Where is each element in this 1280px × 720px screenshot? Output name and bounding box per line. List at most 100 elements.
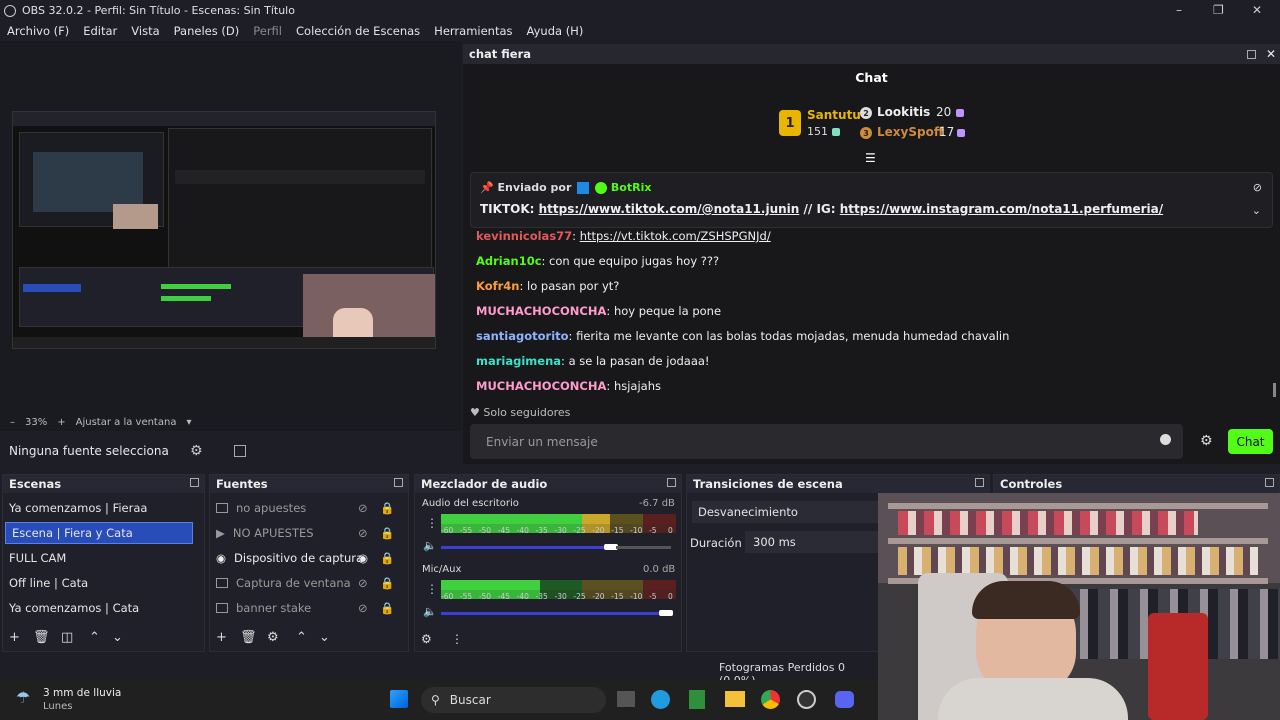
instagram-link[interactable]: https://www.instagram.com/nota11.perfume…: [840, 202, 1163, 216]
volume-slider[interactable]: [441, 610, 673, 616]
transition-select[interactable]: Desvanecimiento: [692, 501, 882, 523]
move-down-icon[interactable]: ⌄: [319, 630, 330, 645]
windows-start-icon[interactable]: [390, 690, 408, 708]
move-up-icon[interactable]: ⌃: [296, 630, 307, 645]
pinned-sender[interactable]: BotRix: [611, 181, 652, 194]
remove-source-icon[interactable]: 🗑: [240, 630, 257, 645]
tiktok-link[interactable]: https://www.tiktok.com/@nota11.junin: [539, 202, 800, 216]
menu-editar[interactable]: Editar: [83, 24, 117, 38]
menu-vista[interactable]: Vista: [131, 24, 159, 38]
remove-scene-icon[interactable]: 🗑: [33, 630, 50, 645]
lock-icon[interactable]: 🔒: [380, 501, 394, 515]
speaker-icon[interactable]: 🔈: [423, 605, 437, 618]
chat-username[interactable]: Kofr4n: [476, 279, 519, 293]
chat-username[interactable]: MUCHACHOCONCHA: [476, 304, 606, 318]
edge-icon[interactable]: [651, 690, 670, 709]
menu-paneles[interactable]: Paneles (D): [174, 24, 240, 38]
move-up-icon[interactable]: ⌃: [89, 630, 100, 645]
undock-icon[interactable]: [667, 478, 676, 487]
duration-spinbox[interactable]: 300 ms: [745, 531, 885, 553]
obs-taskbar-icon[interactable]: [797, 690, 816, 709]
add-source-icon[interactable]: +: [216, 630, 227, 645]
chat-username[interactable]: santiagotorito: [476, 329, 569, 343]
chat-username[interactable]: mariagimena: [476, 354, 561, 368]
scene-item[interactable]: Ya comenzamos | Cata: [3, 597, 203, 619]
chat-username[interactable]: kevinnicolas77: [476, 229, 572, 243]
weather-main[interactable]: 3 mm de lluvia: [43, 687, 121, 699]
advanced-audio-gear-icon[interactable]: ⚙: [421, 632, 432, 646]
source-item[interactable]: ▶ NO APUESTES ⊘ 🔒: [210, 522, 406, 544]
weather-sub: Lunes: [43, 701, 73, 712]
hide-pin-icon[interactable]: ⊘: [1253, 181, 1262, 194]
lock-icon[interactable]: 🔒: [380, 601, 394, 615]
send-chat-button[interactable]: Chat: [1228, 429, 1273, 454]
undock-icon[interactable]: [394, 478, 403, 487]
chat-settings-gear-icon[interactable]: ⚙: [1200, 433, 1213, 449]
gear-icon[interactable]: ⚙: [190, 443, 203, 459]
file-explorer-icon[interactable]: [725, 691, 745, 707]
emoji-icon[interactable]: [1160, 434, 1171, 445]
discord-icon[interactable]: [835, 691, 854, 708]
zoom-out-button[interactable]: –: [10, 417, 15, 428]
leader-2-name[interactable]: Lookitis: [877, 105, 930, 119]
close-dock-icon[interactable]: ✕: [1266, 47, 1276, 61]
source-item[interactable]: Captura de ventana ⊘ 🔒: [210, 572, 406, 594]
eye-off-icon[interactable]: ⊘: [358, 576, 368, 590]
menu-ayuda[interactable]: Ayuda (H): [527, 24, 584, 38]
scene-item[interactable]: Ya comenzamos | Fieraa: [3, 497, 203, 519]
lock-icon[interactable]: 🔒: [380, 576, 394, 590]
chevron-down-icon[interactable]: ⌄: [1252, 204, 1261, 217]
undock-icon[interactable]: [1265, 478, 1274, 487]
eye-off-icon[interactable]: ⊘: [358, 501, 368, 515]
chat-text[interactable]: https://vt.tiktok.com/ZSHSPGNJd/: [580, 229, 771, 243]
chat-scrollbar[interactable]: [1273, 383, 1276, 397]
leader-1-name[interactable]: Santutu: [807, 108, 861, 122]
close-icon[interactable]: ✕: [1252, 3, 1262, 17]
source-item[interactable]: ◉ Dispositivo de captura ◉ 🔒: [210, 547, 406, 569]
menu-coleccion[interactable]: Colección de Escenas: [296, 24, 420, 38]
meter-tick-label: -30: [554, 592, 567, 601]
move-down-icon[interactable]: ⌄: [112, 630, 123, 645]
lock-icon[interactable]: 🔒: [380, 526, 394, 540]
filters-icon[interactable]: [234, 445, 246, 457]
collapse-leaderboard-icon[interactable]: ☰: [865, 151, 876, 165]
scene-item[interactable]: FULL CAM: [3, 547, 203, 569]
chat-message-input[interactable]: Enviar un mensaje: [470, 424, 1183, 459]
task-view-icon[interactable]: [617, 691, 635, 707]
eye-off-icon[interactable]: ⊘: [358, 601, 368, 615]
menu-perfil[interactable]: Perfil: [253, 24, 282, 38]
menu-archivo[interactable]: Archivo (F): [7, 24, 69, 38]
source-item[interactable]: banner stake ⊘ 🔒: [210, 597, 406, 619]
kebab-menu-icon[interactable]: ⋮: [426, 516, 438, 530]
source-properties-gear-icon[interactable]: ⚙: [267, 630, 279, 645]
chevron-down-icon[interactable]: ▾: [186, 417, 191, 428]
minimize-icon[interactable]: –: [1176, 3, 1182, 17]
scene-filters-icon[interactable]: ◫: [61, 630, 73, 645]
kebab-menu-icon[interactable]: ⋮: [426, 582, 438, 596]
meter-tick-label: -15: [611, 526, 624, 535]
chat-username[interactable]: Adrian10c: [476, 254, 542, 268]
add-scene-icon[interactable]: +: [9, 630, 20, 645]
scene-item[interactable]: Off line | Cata: [3, 572, 203, 594]
volume-slider[interactable]: [441, 544, 671, 550]
app-icon[interactable]: [689, 690, 705, 709]
volume-knob[interactable]: [659, 610, 673, 616]
maximize-icon[interactable]: ❐: [1213, 3, 1224, 17]
speaker-icon[interactable]: 🔈: [423, 539, 437, 552]
undock-icon[interactable]: [190, 478, 199, 487]
taskbar-search[interactable]: ⚲ Buscar: [421, 687, 606, 713]
zoom-fit-select[interactable]: Ajustar a la ventana: [76, 417, 177, 428]
lock-icon[interactable]: 🔒: [380, 551, 394, 565]
zoom-in-button[interactable]: +: [57, 417, 65, 428]
undock-icon[interactable]: [1247, 49, 1256, 59]
eye-icon[interactable]: ◉: [358, 551, 368, 565]
chrome-icon[interactable]: [761, 690, 780, 709]
chat-username[interactable]: MUCHACHOCONCHA: [476, 379, 606, 393]
eye-off-icon[interactable]: ⊘: [358, 526, 368, 540]
leader-3-name[interactable]: LexySpoff: [877, 125, 944, 139]
menu-herramientas[interactable]: Herramientas: [434, 24, 512, 38]
source-item[interactable]: no apuestes ⊘ 🔒: [210, 497, 406, 519]
scene-item-selected[interactable]: Escena | Fiera y Cata: [5, 522, 193, 544]
mixer-menu-icon[interactable]: ⋮: [451, 632, 463, 646]
undock-icon[interactable]: [975, 478, 984, 487]
